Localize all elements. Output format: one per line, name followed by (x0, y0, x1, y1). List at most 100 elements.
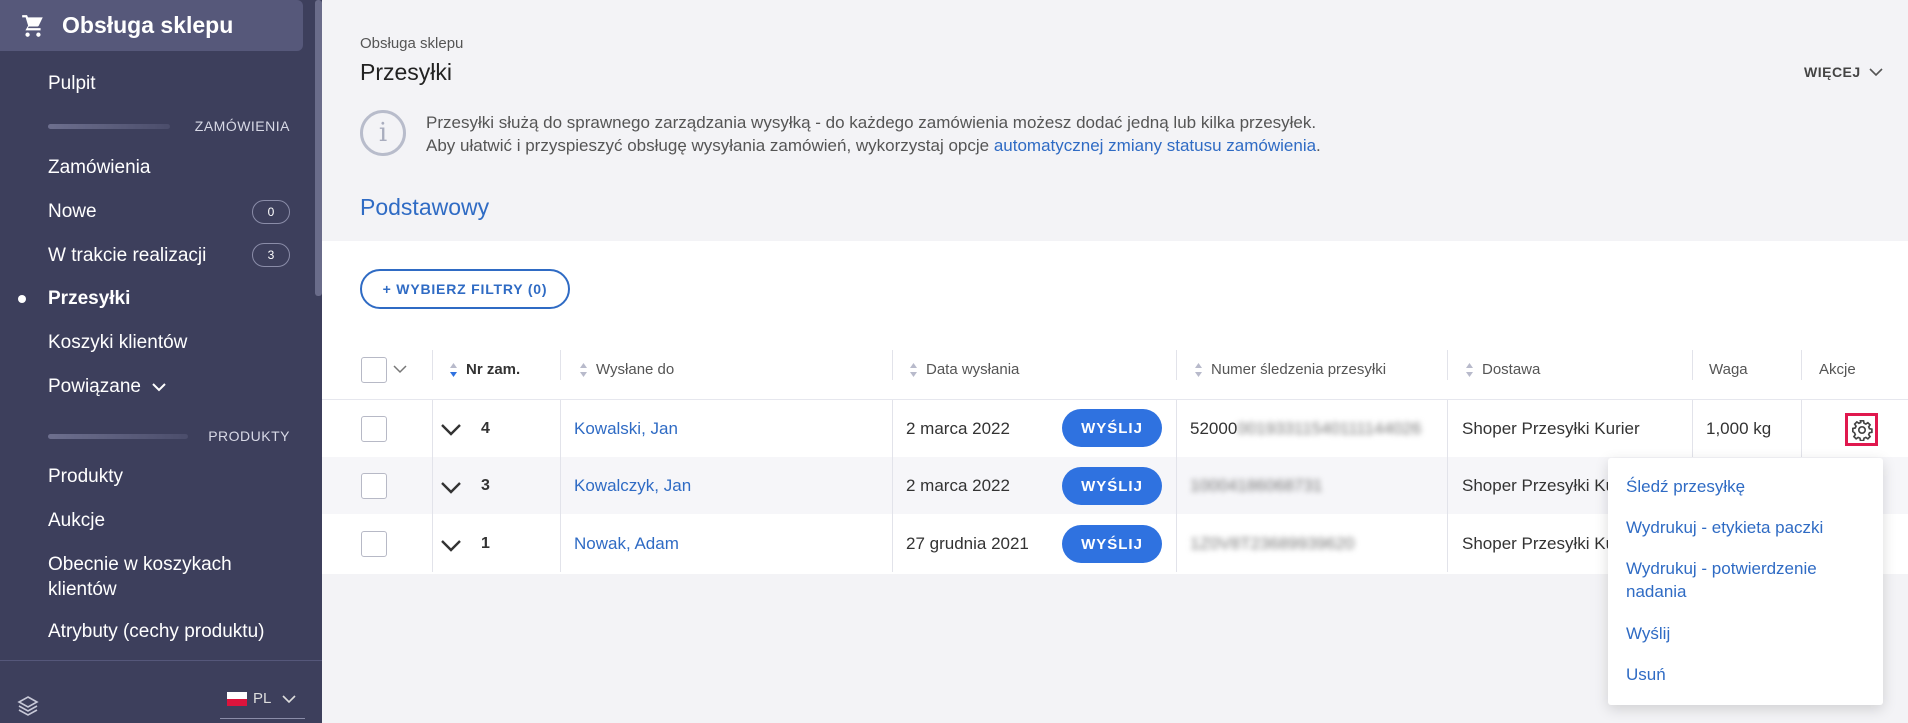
gear-icon (1851, 419, 1873, 441)
sent-date: 2 marca 2022 (906, 476, 1010, 495)
column-divider (560, 400, 561, 572)
sort-icon (580, 362, 587, 377)
column-header-actions-label: Akcje (1819, 361, 1856, 378)
sent-date: 2 marca 2022 (906, 419, 1010, 438)
sidebar-header[interactable]: Obsługa sklepu (0, 0, 303, 51)
sidebar-title: Obsługa sklepu (62, 12, 234, 38)
chevron-down-icon[interactable] (393, 365, 407, 374)
column-header-delivery-label: Dostawa (1482, 361, 1541, 378)
page-title: Przesyłki (360, 59, 453, 85)
sidebar-item-nowe[interactable]: Nowe (48, 201, 97, 223)
section-separator-products: PRODUKTY (48, 428, 290, 444)
column-header-delivery[interactable]: Dostawa (1465, 361, 1540, 378)
tracking-number-blurred: 1Z0V8T23689939620 (1190, 534, 1355, 553)
sidebar-item-w-trakcie[interactable]: W trakcie realizacji (48, 245, 206, 267)
delivery-method: Shoper Przesyłki Ku (1462, 476, 1616, 495)
expand-chevron-icon[interactable] (440, 423, 462, 437)
chevron-down-icon (152, 383, 166, 392)
tracking-number[interactable]: 1Z0V8T23689939620 (1190, 534, 1354, 554)
layers-icon[interactable] (16, 694, 40, 718)
sort-icon (910, 362, 917, 377)
chevron-down-icon (1869, 67, 1883, 76)
language-underline (220, 718, 305, 719)
column-divider (432, 400, 433, 572)
breadcrumb[interactable]: Obsługa sklepu (360, 35, 463, 52)
sidebar-item-pulpit[interactable]: Pulpit (48, 73, 96, 95)
recipient-link[interactable]: Nowak, Adam (574, 534, 679, 554)
sidebar-item-powiazane-label: Powiązane (48, 376, 141, 397)
column-header-tracking-label: Numer śledzenia przesyłki (1211, 361, 1387, 378)
column-divider (1692, 400, 1693, 457)
info-line-2-suffix: . (1316, 136, 1321, 155)
column-divider (1176, 350, 1177, 380)
tab-podstawowy[interactable]: Podstawowy (360, 194, 489, 221)
expand-chevron-icon[interactable] (440, 539, 462, 553)
send-button[interactable]: WYŚLIJ (1062, 525, 1162, 563)
sidebar-scrollbar[interactable] (315, 0, 322, 296)
choose-filters-button[interactable]: + WYBIERZ FILTRY (0) (360, 269, 570, 309)
auto-status-link[interactable]: automatycznej zmiany statusu zamówienia (994, 136, 1316, 155)
sidebar-item-atrybuty[interactable]: Atrybuty (cechy produktu) (48, 621, 264, 643)
language-selector[interactable]: PL (227, 690, 297, 707)
recipient-link[interactable]: Kowalczyk, Jan (574, 476, 691, 496)
send-button[interactable]: WYŚLIJ (1062, 467, 1162, 505)
count-badge-w-trakcie: 3 (252, 243, 290, 267)
column-header-nr[interactable]: Nr zam. (449, 361, 520, 378)
active-dot-icon (18, 295, 26, 303)
menu-item-send[interactable]: Wyślij (1626, 622, 1866, 645)
section-separator-orders: ZAMÓWIENIA (48, 118, 290, 134)
tracking-number-visible: 52000 (1190, 419, 1238, 438)
actions-button[interactable] (1845, 413, 1878, 446)
menu-item-delete[interactable]: Usuń (1626, 663, 1866, 686)
tracking-number[interactable]: 10004186068731 (1190, 476, 1322, 496)
language-label: PL (253, 690, 272, 707)
column-divider (1692, 350, 1693, 380)
sort-icon (1195, 362, 1202, 377)
sidebar: Obsługa sklepu Pulpit ZAMÓWIENIA Zamówie… (0, 0, 322, 723)
tracking-number-blurred: 10004186068731 (1190, 476, 1323, 495)
tracking-number-blurred: 00193311540111144026 (1237, 419, 1422, 438)
column-header-date-label: Data wysłania (926, 361, 1020, 378)
row-checkbox[interactable] (361, 416, 387, 442)
select-all-checkbox[interactable] (361, 357, 387, 383)
column-header-sent-to-label: Wysłane do (596, 361, 675, 378)
section-label-products: PRODUKTY (208, 428, 290, 444)
sidebar-item-zamowienia[interactable]: Zamówienia (48, 157, 150, 179)
column-header-sent-to[interactable]: Wysłane do (579, 361, 674, 378)
column-divider (1176, 400, 1177, 572)
column-divider (1801, 350, 1802, 380)
column-header-nr-label: Nr zam. (466, 361, 521, 378)
menu-item-track[interactable]: Śledź przesyłkę (1626, 475, 1866, 498)
info-line-1: Przesyłki służą do sprawnego zarządzania… (426, 113, 1317, 132)
actions-dropdown-menu: Śledź przesyłkę Wydrukuj - etykieta pacz… (1608, 458, 1883, 705)
sidebar-item-koszyki[interactable]: Koszyki klientów (48, 332, 187, 354)
menu-item-print-label[interactable]: Wydrukuj - etykieta paczki (1626, 516, 1866, 539)
delivery-method: Shoper Przesyłki Ku (1462, 534, 1616, 553)
column-divider (1801, 400, 1802, 457)
menu-item-print-confirmation[interactable]: Wydrukuj - potwierdzenie nadania (1626, 557, 1866, 603)
column-header-date[interactable]: Data wysłania (909, 361, 1019, 378)
cart-icon (22, 14, 43, 37)
more-button[interactable]: WIĘCEJ (1804, 64, 1883, 80)
order-number: 4 (481, 420, 490, 437)
sidebar-item-obecnie[interactable]: Obecnie w koszykach klientów (48, 552, 258, 602)
column-header-weight-label: Waga (1709, 361, 1748, 378)
sidebar-item-produkty[interactable]: Produkty (48, 466, 123, 488)
sidebar-item-powiazane[interactable]: Powiązane (48, 376, 167, 398)
sidebar-item-przesylki[interactable]: Przesyłki (48, 288, 130, 310)
column-divider (892, 350, 893, 380)
recipient-link[interactable]: Kowalski, Jan (574, 419, 678, 439)
info-icon: i (360, 110, 406, 156)
column-header-tracking[interactable]: Numer śledzenia przesyłki (1194, 361, 1386, 378)
sent-date: 27 grudnia 2021 (906, 534, 1029, 553)
expand-chevron-icon[interactable] (440, 481, 462, 495)
sort-icon (1466, 362, 1473, 377)
sidebar-footer-divider (0, 660, 322, 661)
send-button[interactable]: WYŚLIJ (1062, 409, 1162, 447)
tracking-number[interactable]: 5200000193311540111144026 (1190, 419, 1421, 439)
sidebar-item-aukcje[interactable]: Aukcje (48, 510, 105, 532)
column-header-actions: Akcje (1819, 361, 1856, 378)
row-checkbox[interactable] (361, 473, 387, 499)
column-divider (560, 350, 561, 380)
row-checkbox[interactable] (361, 531, 387, 557)
